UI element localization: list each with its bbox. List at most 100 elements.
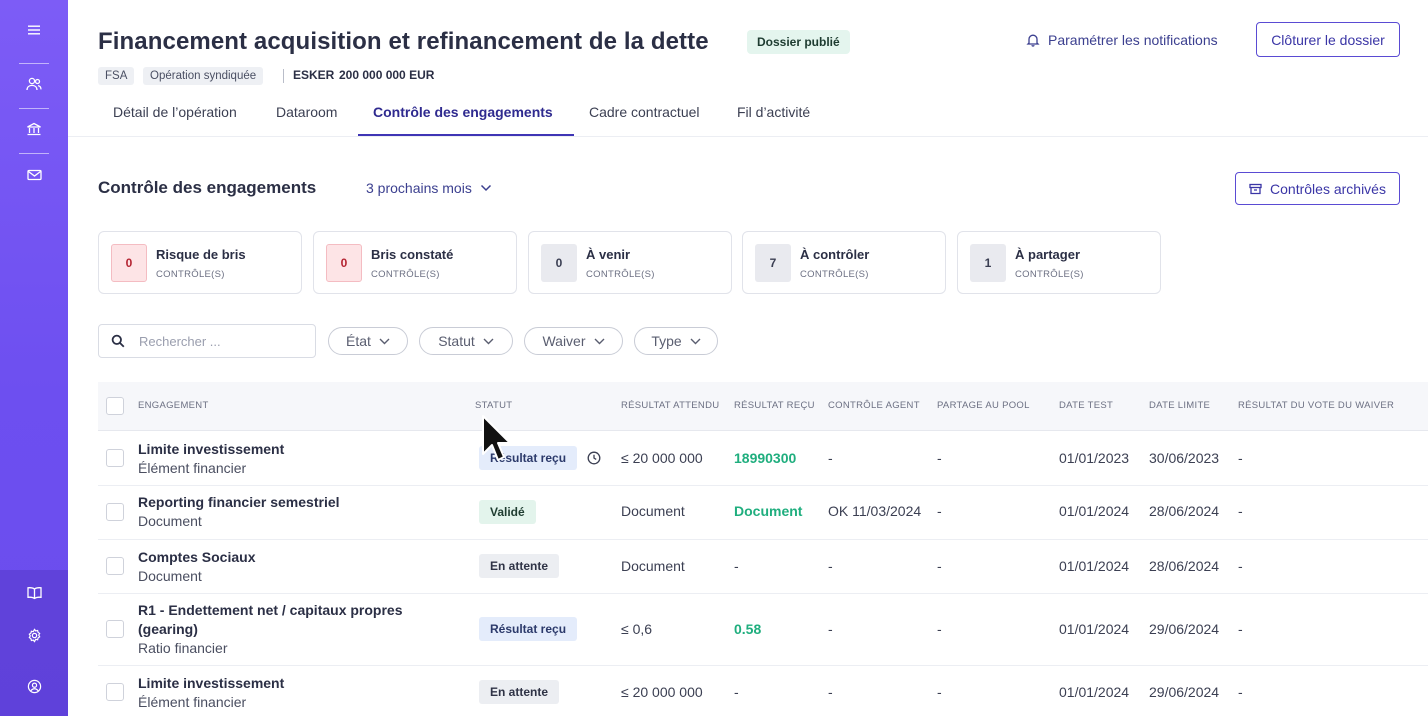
filter-type[interactable]: Type (634, 327, 718, 355)
chevron-down-icon (379, 338, 390, 344)
agent-control: OK 11/03/2024 (828, 503, 922, 519)
bank-icon[interactable] (22, 117, 46, 141)
date-test: 01/01/2024 (1059, 503, 1130, 519)
date-limit: 30/06/2023 (1149, 450, 1220, 466)
pool-sharing: - (937, 621, 942, 637)
col-controle-agent: CONTRÔLE AGENT (828, 400, 920, 411)
deal-amount: 200 000 000 EUR (339, 68, 435, 82)
settings-icon[interactable] (22, 623, 46, 647)
user-circle-icon[interactable] (22, 674, 46, 698)
chevron-down-icon (690, 338, 701, 344)
waiver-vote: - (1238, 503, 1243, 519)
date-limit: 28/06/2024 (1149, 503, 1220, 519)
engagement-type: Élément financier (138, 694, 247, 710)
engagement-title[interactable]: Limite investissement (138, 441, 284, 457)
received-result: - (734, 684, 739, 700)
engagement-type: Document (138, 568, 202, 584)
meta-divider (283, 69, 284, 83)
period-dropdown[interactable]: 3 prochains mois (366, 180, 492, 196)
archived-controls-label: Contrôles archivés (1270, 180, 1386, 197)
status-badge: Validé (479, 500, 536, 524)
archived-controls-button[interactable]: Contrôles archivés (1235, 172, 1400, 205)
expected-result: ≤ 20 000 000 (621, 450, 703, 466)
tab-dataroom[interactable]: Dataroom (276, 104, 337, 120)
card-count: 1 (970, 244, 1006, 282)
search-icon (111, 334, 125, 348)
row-divider (98, 485, 1428, 486)
row-checkbox[interactable] (106, 620, 124, 638)
card-bris-constate[interactable]: 0 Bris constaté CONTRÔLE(S) (313, 231, 517, 294)
status-badge: Résultat reçu (479, 446, 578, 470)
engagement-title-continued[interactable]: (gearing) (138, 621, 198, 637)
agent-control: - (828, 621, 833, 637)
filter-label: État (346, 333, 371, 349)
card-label: À venir (586, 247, 631, 262)
card-a-venir[interactable]: 0 À venir CONTRÔLE(S) (528, 231, 732, 294)
expected-result: Document (621, 503, 685, 519)
clock-icon[interactable] (587, 451, 601, 465)
card-label: À partager (1015, 247, 1081, 262)
engagement-type: Document (138, 513, 202, 529)
card-a-partager[interactable]: 1 À partager CONTRÔLE(S) (957, 231, 1161, 294)
card-sub: CONTRÔLE(S) (371, 269, 440, 280)
filter-etat[interactable]: État (328, 327, 408, 355)
menu-icon[interactable] (22, 18, 46, 42)
book-icon[interactable] (22, 581, 46, 605)
status-badge: Dossier publié (747, 30, 850, 54)
row-checkbox[interactable] (106, 449, 124, 467)
search-input[interactable] (139, 333, 299, 349)
close-dossier-button[interactable]: Clôturer le dossier (1256, 22, 1400, 57)
card-count: 0 (111, 244, 147, 282)
date-test: 01/01/2023 (1059, 450, 1130, 466)
tab-cadre-contractuel[interactable]: Cadre contractuel (589, 104, 700, 120)
filter-statut[interactable]: Statut (419, 327, 513, 355)
engagement-title[interactable]: Comptes Sociaux (138, 549, 255, 565)
card-label: À contrôler (800, 247, 870, 262)
page-title: Financement acquisition et refinancement… (98, 28, 709, 55)
card-sub: CONTRÔLE(S) (1015, 269, 1084, 280)
filter-waiver[interactable]: Waiver (524, 327, 623, 355)
status-badge: En attente (479, 680, 560, 704)
row-divider (98, 539, 1428, 540)
status-badge: Résultat reçu (479, 617, 578, 641)
engagement-title[interactable]: R1 - Endettement net / capitaux propres (138, 602, 403, 618)
card-risque-bris[interactable]: 0 Risque de bris CONTRÔLE(S) (98, 231, 302, 294)
received-result: Document (734, 503, 803, 519)
row-checkbox[interactable] (106, 503, 124, 521)
expected-result: ≤ 20 000 000 (621, 684, 703, 700)
mail-icon[interactable] (22, 163, 46, 187)
section-title: Contrôle des engagements (98, 178, 317, 197)
engagement-title[interactable]: Reporting financier semestriel (138, 494, 340, 510)
tab-fil-activite[interactable]: Fil d’activité (737, 104, 810, 120)
col-date-limite: DATE LIMITE (1149, 400, 1211, 411)
card-count: 0 (326, 244, 362, 282)
waiver-vote: - (1238, 558, 1243, 574)
date-limit: 29/06/2024 (1149, 684, 1220, 700)
row-checkbox[interactable] (106, 557, 124, 575)
tab-detail-operation[interactable]: Détail de l’opération (113, 104, 237, 120)
sidebar (0, 0, 68, 716)
waiver-vote: - (1238, 684, 1243, 700)
active-tab-indicator (358, 134, 574, 136)
row-divider (98, 665, 1428, 666)
date-test: 01/01/2024 (1059, 684, 1130, 700)
card-a-controler[interactable]: 7 À contrôler CONTRÔLE(S) (742, 231, 946, 294)
pool-sharing: - (937, 684, 942, 700)
filter-label: Type (651, 333, 682, 349)
col-resultat-vote-waiver: RÉSULTAT DU VOTE DU WAIVER (1238, 400, 1395, 411)
date-test: 01/01/2024 (1059, 558, 1130, 574)
select-all-checkbox[interactable] (106, 397, 124, 415)
tab-controle-engagements[interactable]: Contrôle des engagements (373, 104, 553, 120)
col-resultat-attendu: RÉSULTAT ATTENDU (621, 400, 720, 411)
notifications-link[interactable]: Paramétrer les notifications (1026, 30, 1218, 50)
chevron-down-icon (480, 184, 491, 192)
archive-icon (1249, 183, 1262, 194)
tag-fsa: FSA (98, 67, 135, 85)
row-checkbox[interactable] (106, 683, 124, 701)
pool-sharing: - (937, 450, 942, 466)
engagement-title[interactable]: Limite investissement (138, 675, 284, 691)
agent-control: - (828, 450, 833, 466)
date-limit: 29/06/2024 (1149, 621, 1220, 637)
card-label: Risque de bris (156, 247, 246, 262)
users-icon[interactable] (22, 72, 46, 96)
